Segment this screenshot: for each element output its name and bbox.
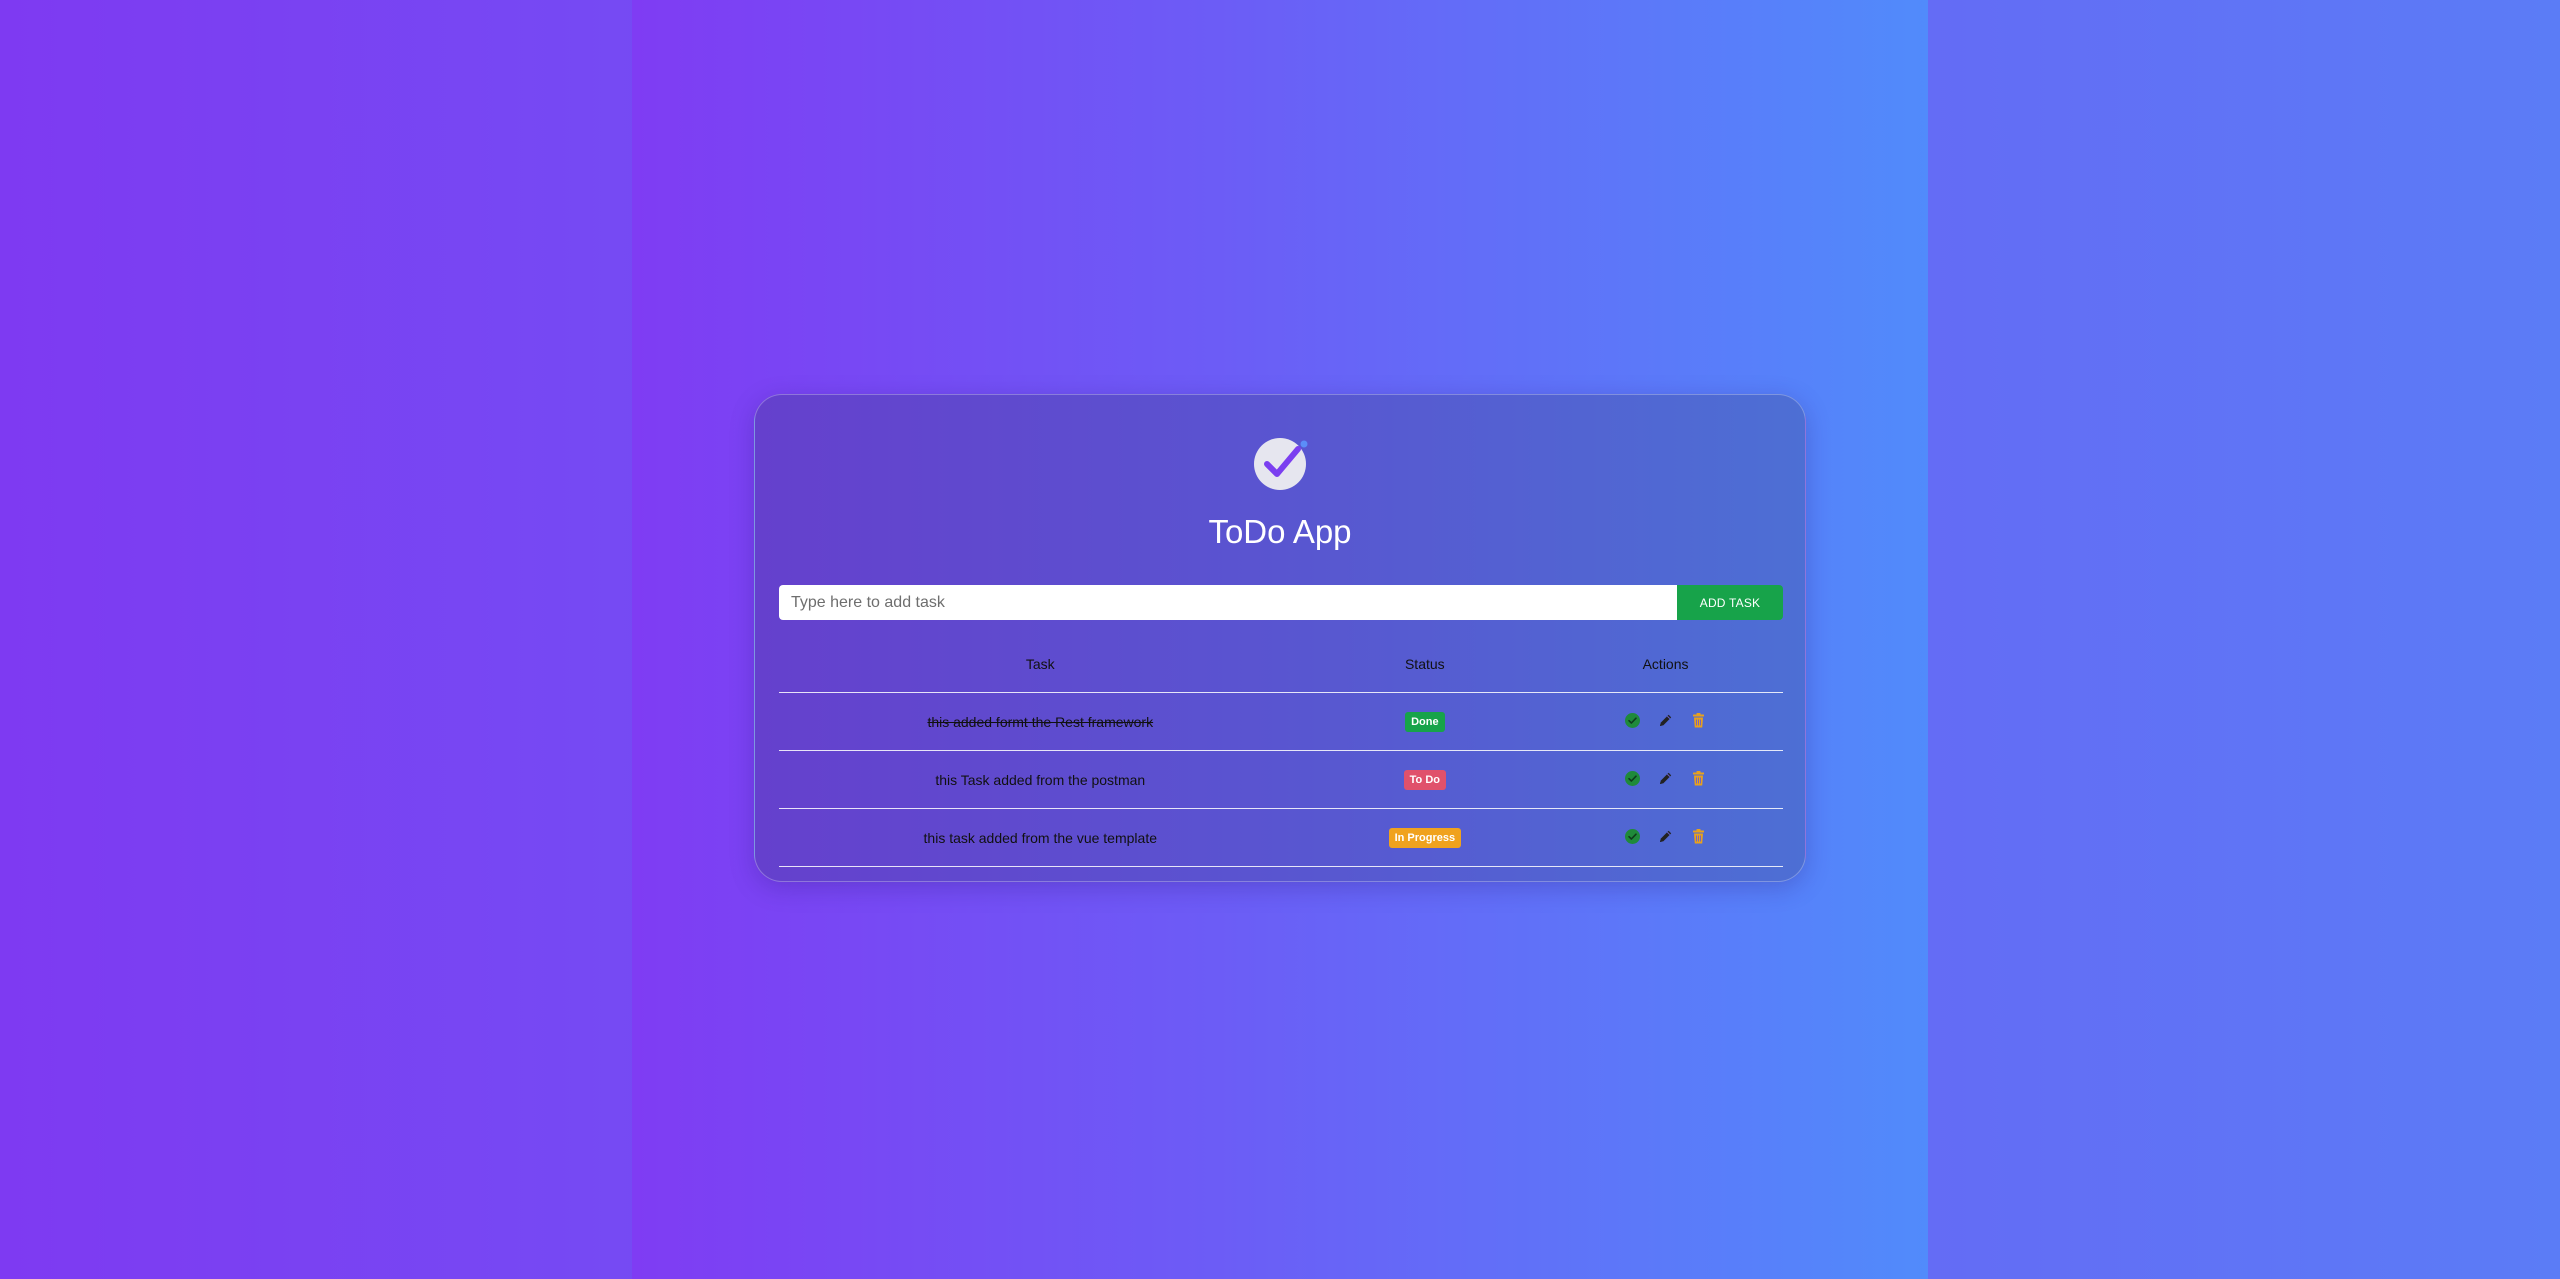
table-row: this added formt the Rest framework Done	[779, 692, 1783, 751]
table-header-row: Task Status Actions	[779, 635, 1783, 693]
column-header-status: Status	[1301, 635, 1549, 693]
task-status-cell: In Progress	[1301, 808, 1549, 867]
status-badge: In Progress	[1388, 827, 1462, 848]
delete-task-button[interactable]	[1690, 828, 1707, 845]
task-actions-cell	[1548, 750, 1783, 809]
trash-icon	[1690, 828, 1707, 845]
add-task-form: ADD TASK	[779, 585, 1783, 620]
task-input[interactable]	[779, 585, 1677, 620]
page-title: ToDo App	[1208, 513, 1352, 550]
pencil-icon	[1657, 828, 1674, 845]
trash-icon	[1690, 770, 1707, 787]
complete-task-button[interactable]	[1624, 770, 1641, 787]
edit-task-button[interactable]	[1657, 828, 1674, 845]
delete-task-button[interactable]	[1690, 770, 1707, 787]
column-header-task: Task	[779, 635, 1302, 693]
todo-card: ToDo App ADD TASK Task Status Actions th…	[754, 394, 1806, 882]
task-actions	[1624, 770, 1707, 787]
task-text: this added formt the Rest framework	[779, 692, 1302, 751]
complete-task-button[interactable]	[1624, 828, 1641, 845]
add-task-button[interactable]: ADD TASK	[1677, 585, 1783, 620]
status-badge: Done	[1405, 711, 1445, 732]
task-table: Task Status Actions this added formt the…	[779, 635, 1783, 867]
edit-task-button[interactable]	[1657, 712, 1674, 729]
app-logo-icon	[1253, 435, 1309, 491]
complete-task-button[interactable]	[1624, 712, 1641, 729]
trash-icon	[1690, 712, 1707, 729]
task-text: this task added from the vue template	[779, 808, 1302, 867]
check-circle-icon	[1624, 770, 1641, 787]
delete-task-button[interactable]	[1690, 712, 1707, 729]
task-actions-cell	[1548, 692, 1783, 751]
task-status-cell: To Do	[1301, 750, 1549, 809]
table-row: this task added from the vue template In …	[779, 808, 1783, 867]
pencil-icon	[1657, 770, 1674, 787]
task-text: this Task added from the postman	[779, 750, 1302, 809]
column-header-actions: Actions	[1548, 635, 1783, 693]
table-row: this Task added from the postman To Do	[779, 750, 1783, 809]
edit-task-button[interactable]	[1657, 770, 1674, 787]
status-badge: To Do	[1403, 769, 1446, 790]
task-actions	[1624, 828, 1707, 845]
task-list: this added formt the Rest framework Done t…	[779, 692, 1783, 867]
task-actions-cell	[1548, 808, 1783, 867]
check-circle-icon	[1624, 712, 1641, 729]
task-status-cell: Done	[1301, 692, 1549, 751]
task-actions	[1624, 712, 1707, 729]
pencil-icon	[1657, 712, 1674, 729]
check-circle-icon	[1624, 828, 1641, 845]
